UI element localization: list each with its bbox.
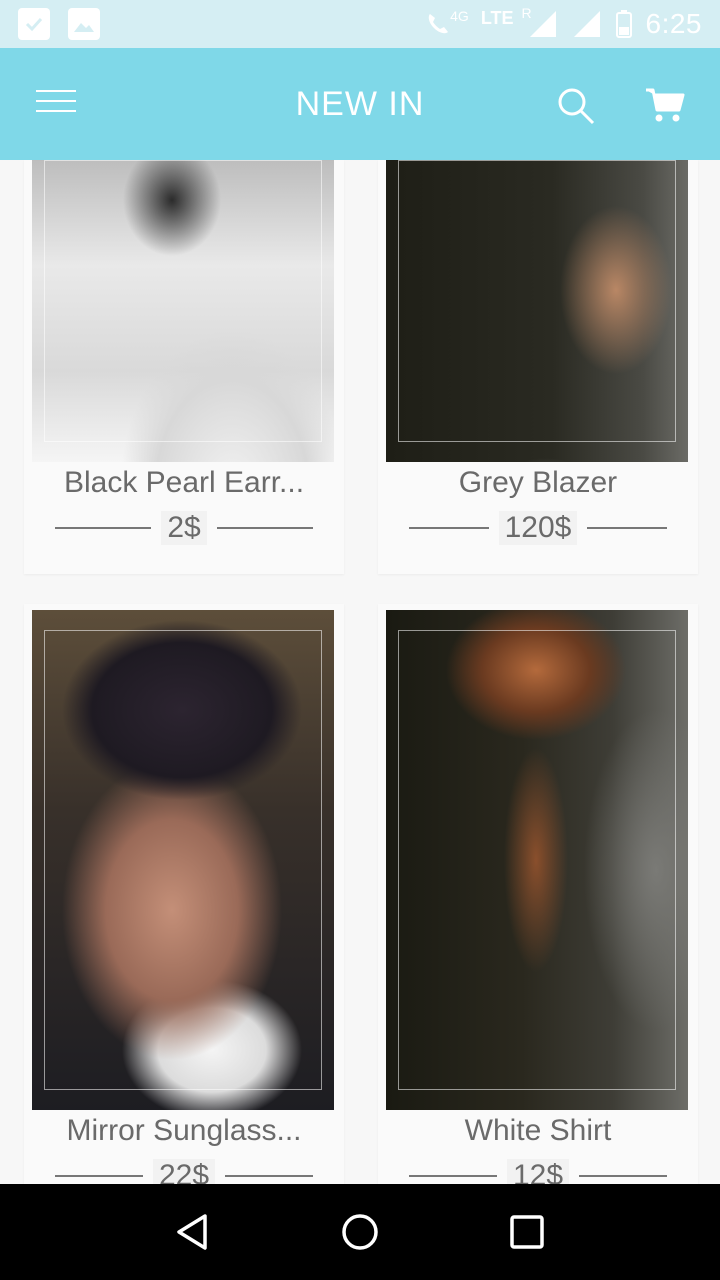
- product-name[interactable]: White Shirt: [378, 1114, 698, 1148]
- app-bar: NEW IN: [0, 48, 720, 160]
- product-name[interactable]: Black Pearl Earr...: [24, 466, 344, 500]
- divider: [587, 527, 668, 529]
- search-icon[interactable]: [556, 86, 596, 126]
- roaming-label: R: [521, 5, 532, 21]
- divider: [216, 527, 313, 529]
- image-frame: [398, 630, 676, 1090]
- product-image[interactable]: [32, 160, 334, 462]
- home-circle-icon[interactable]: [336, 1208, 384, 1256]
- product-price: 22$: [152, 1159, 216, 1184]
- lte-label: LTE: [480, 7, 514, 28]
- cart-icon[interactable]: [644, 84, 686, 126]
- image-notification-icon: [68, 8, 100, 40]
- page-title: NEW IN: [295, 84, 425, 123]
- image-frame: [398, 160, 676, 442]
- check-notification-icon: [18, 8, 50, 40]
- price-row: 22$: [24, 1156, 344, 1184]
- divider: [579, 1175, 668, 1177]
- battery-icon: [615, 10, 632, 38]
- image-frame: [44, 160, 322, 442]
- divider: [225, 1175, 314, 1177]
- call-icon: [428, 14, 449, 34]
- hamburger-menu-icon[interactable]: [36, 90, 76, 118]
- product-price: 12$: [506, 1159, 570, 1184]
- divider: [408, 527, 489, 529]
- product-name[interactable]: Mirror Sunglass...: [24, 1114, 344, 1148]
- product-image[interactable]: [386, 160, 688, 462]
- product-card[interactable]: White Shirt 12$: [378, 604, 698, 1184]
- product-image[interactable]: [386, 610, 688, 1110]
- image-frame: [44, 630, 322, 1090]
- signal-icon-1: R: [522, 5, 560, 39]
- price-row: 12$: [378, 1156, 698, 1184]
- product-price: 120$: [498, 511, 578, 545]
- status-bar: 4G LTE R 6:25: [0, 0, 720, 48]
- price-row: 120$: [378, 508, 698, 548]
- product-price: 2$: [161, 511, 207, 545]
- price-row: 2$: [24, 508, 344, 548]
- product-name[interactable]: Grey Blazer: [378, 466, 698, 500]
- clock: 6:25: [645, 8, 702, 39]
- system-nav-bar: [0, 1184, 720, 1280]
- signal-icon-2: [573, 11, 600, 37]
- product-card[interactable]: Grey Blazer 120$: [378, 160, 698, 574]
- divider: [54, 1175, 143, 1177]
- network-4g-label: 4G: [450, 8, 469, 24]
- product-image[interactable]: [32, 610, 334, 1110]
- product-card[interactable]: Mirror Sunglass... 22$: [24, 604, 344, 1184]
- divider: [55, 527, 152, 529]
- product-grid: Black Pearl Earr... 2$ Grey Blazer 120$ …: [0, 160, 720, 1184]
- divider: [408, 1175, 497, 1177]
- product-card[interactable]: Black Pearl Earr... 2$: [24, 160, 344, 574]
- back-triangle-icon[interactable]: [169, 1208, 217, 1256]
- recents-square-icon[interactable]: [503, 1208, 551, 1256]
